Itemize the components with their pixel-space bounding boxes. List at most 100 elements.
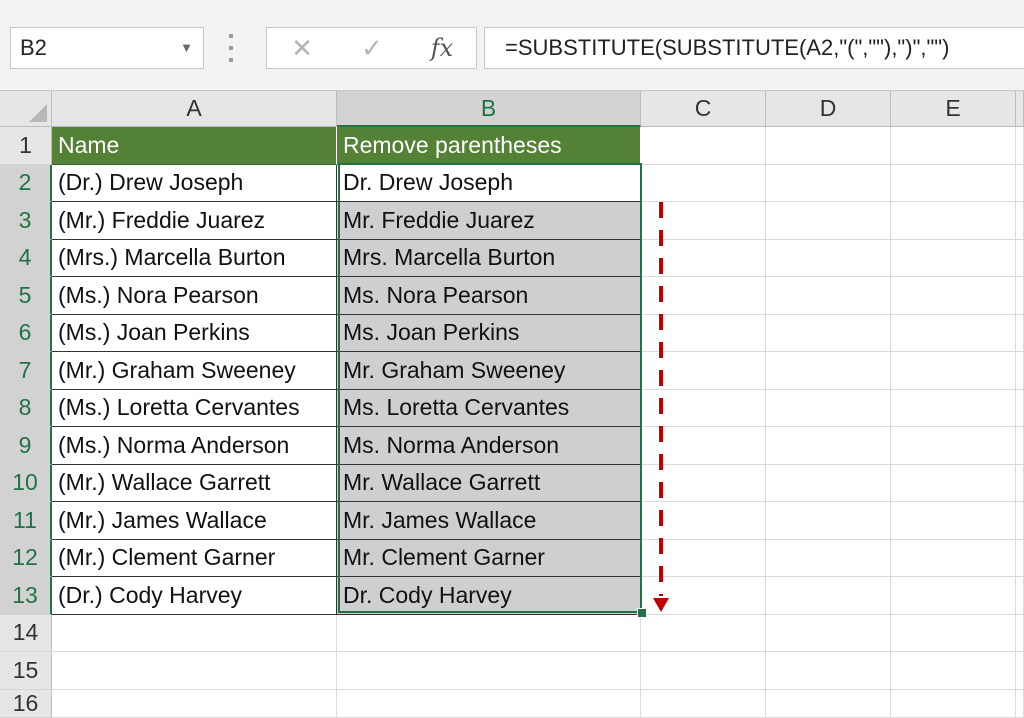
cell-c2[interactable] bbox=[641, 164, 766, 202]
column-header-f[interactable] bbox=[1016, 91, 1024, 127]
cell-a15[interactable] bbox=[52, 652, 337, 690]
cell-e14[interactable] bbox=[891, 614, 1016, 652]
cell-e5[interactable] bbox=[891, 277, 1016, 315]
name-box[interactable]: B2 ▼ bbox=[10, 27, 204, 69]
cell-b5[interactable]: Ms. Nora Pearson bbox=[337, 277, 641, 315]
column-header-b[interactable]: B bbox=[337, 91, 641, 127]
cell-d12[interactable] bbox=[766, 539, 891, 577]
cell-d4[interactable] bbox=[766, 239, 891, 277]
cell-b2[interactable]: Dr. Drew Joseph bbox=[337, 164, 641, 202]
cancel-icon[interactable]: ✕ bbox=[277, 28, 327, 68]
formula-bar-grip-icon[interactable] bbox=[228, 34, 234, 62]
cell-f2[interactable] bbox=[1016, 164, 1024, 202]
cell-a5[interactable]: (Ms.) Nora Pearson bbox=[52, 277, 337, 315]
cell-a14[interactable] bbox=[52, 614, 337, 652]
select-all-corner[interactable] bbox=[0, 91, 52, 127]
cell-d15[interactable] bbox=[766, 652, 891, 690]
cell-b1[interactable]: Remove parentheses bbox=[337, 127, 641, 165]
insert-function-icon[interactable]: fx bbox=[417, 28, 467, 68]
row-header-12[interactable]: 12 bbox=[0, 539, 52, 577]
cell-f15[interactable] bbox=[1016, 652, 1024, 690]
cell-c1[interactable] bbox=[641, 127, 766, 165]
cell-f3[interactable] bbox=[1016, 202, 1024, 240]
cell-d8[interactable] bbox=[766, 389, 891, 427]
cell-e10[interactable] bbox=[891, 464, 1016, 502]
cell-e8[interactable] bbox=[891, 389, 1016, 427]
cell-f12[interactable] bbox=[1016, 539, 1024, 577]
row-header-4[interactable]: 4 bbox=[0, 239, 52, 277]
cell-b14[interactable] bbox=[337, 614, 641, 652]
cell-d10[interactable] bbox=[766, 464, 891, 502]
cell-a7[interactable]: (Mr.) Graham Sweeney bbox=[52, 352, 337, 390]
cell-e15[interactable] bbox=[891, 652, 1016, 690]
cell-f5[interactable] bbox=[1016, 277, 1024, 315]
cell-b9[interactable]: Ms. Norma Anderson bbox=[337, 427, 641, 465]
column-header-e[interactable]: E bbox=[891, 91, 1016, 127]
row-header-11[interactable]: 11 bbox=[0, 502, 52, 540]
cell-a12[interactable]: (Mr.) Clement Garner bbox=[52, 539, 337, 577]
cell-b12[interactable]: Mr. Clement Garner bbox=[337, 539, 641, 577]
cell-b11[interactable]: Mr. James Wallace bbox=[337, 502, 641, 540]
cell-f7[interactable] bbox=[1016, 352, 1024, 390]
cell-d14[interactable] bbox=[766, 614, 891, 652]
cell-d6[interactable] bbox=[766, 314, 891, 352]
cell-a11[interactable]: (Mr.) James Wallace bbox=[52, 502, 337, 540]
cell-b3[interactable]: Mr. Freddie Juarez bbox=[337, 202, 641, 240]
row-header-14[interactable]: 14 bbox=[0, 614, 52, 652]
column-header-d[interactable]: D bbox=[766, 91, 891, 127]
cell-f11[interactable] bbox=[1016, 502, 1024, 540]
row-header-1[interactable]: 1 bbox=[0, 127, 52, 165]
cell-f13[interactable] bbox=[1016, 577, 1024, 615]
cell-a6[interactable]: (Ms.) Joan Perkins bbox=[52, 314, 337, 352]
cell-b4[interactable]: Mrs. Marcella Burton bbox=[337, 239, 641, 277]
row-header-9[interactable]: 9 bbox=[0, 427, 52, 465]
row-header-7[interactable]: 7 bbox=[0, 352, 52, 390]
cell-d5[interactable] bbox=[766, 277, 891, 315]
cell-d9[interactable] bbox=[766, 427, 891, 465]
column-header-c[interactable]: C bbox=[641, 91, 766, 127]
cell-b15[interactable] bbox=[337, 652, 641, 690]
row-header-13[interactable]: 13 bbox=[0, 577, 52, 615]
cell-a3[interactable]: (Mr.) Freddie Juarez bbox=[52, 202, 337, 240]
cell-e6[interactable] bbox=[891, 314, 1016, 352]
cell-f14[interactable] bbox=[1016, 614, 1024, 652]
cell-b8[interactable]: Ms. Loretta Cervantes bbox=[337, 389, 641, 427]
cell-f8[interactable] bbox=[1016, 389, 1024, 427]
cell-e3[interactable] bbox=[891, 202, 1016, 240]
cell-d11[interactable] bbox=[766, 502, 891, 540]
cell-e13[interactable] bbox=[891, 577, 1016, 615]
cell-b10[interactable]: Mr. Wallace Garrett bbox=[337, 464, 641, 502]
column-header-a[interactable]: A bbox=[52, 91, 337, 127]
cell-f6[interactable] bbox=[1016, 314, 1024, 352]
row-header-3[interactable]: 3 bbox=[0, 202, 52, 240]
cell-f9[interactable] bbox=[1016, 427, 1024, 465]
cell-e11[interactable] bbox=[891, 502, 1016, 540]
cell-a8[interactable]: (Ms.) Loretta Cervantes bbox=[52, 389, 337, 427]
cell-d7[interactable] bbox=[766, 352, 891, 390]
cell-f1[interactable] bbox=[1016, 127, 1024, 165]
chevron-down-icon[interactable]: ▼ bbox=[180, 28, 193, 68]
row-header-2[interactable]: 2 bbox=[0, 164, 52, 202]
enter-icon[interactable]: ✓ bbox=[347, 28, 397, 68]
cell-e7[interactable] bbox=[891, 352, 1016, 390]
cell-d13[interactable] bbox=[766, 577, 891, 615]
cell-b7[interactable]: Mr. Graham Sweeney bbox=[337, 352, 641, 390]
cell-b13[interactable]: Dr. Cody Harvey bbox=[337, 577, 641, 615]
cell-e9[interactable] bbox=[891, 427, 1016, 465]
cell-b6[interactable]: Ms. Joan Perkins bbox=[337, 314, 641, 352]
cell-d2[interactable] bbox=[766, 164, 891, 202]
cell-e1[interactable] bbox=[891, 127, 1016, 165]
cell-e4[interactable] bbox=[891, 239, 1016, 277]
row-header-10[interactable]: 10 bbox=[0, 464, 52, 502]
cell-a1[interactable]: Name bbox=[52, 127, 337, 165]
cell-f10[interactable] bbox=[1016, 464, 1024, 502]
cell-a2[interactable]: (Dr.) Drew Joseph bbox=[52, 164, 337, 202]
formula-input[interactable]: =SUBSTITUTE(SUBSTITUTE(A2,"(",""),")",""… bbox=[484, 27, 1024, 69]
row-header-15[interactable]: 15 bbox=[0, 652, 52, 690]
cell-f4[interactable] bbox=[1016, 239, 1024, 277]
cell-a4[interactable]: (Mrs.) Marcella Burton bbox=[52, 239, 337, 277]
cell-d3[interactable] bbox=[766, 202, 891, 240]
row-header-8[interactable]: 8 bbox=[0, 389, 52, 427]
cell-c14[interactable] bbox=[641, 614, 766, 652]
cell-a13[interactable]: (Dr.) Cody Harvey bbox=[52, 577, 337, 615]
